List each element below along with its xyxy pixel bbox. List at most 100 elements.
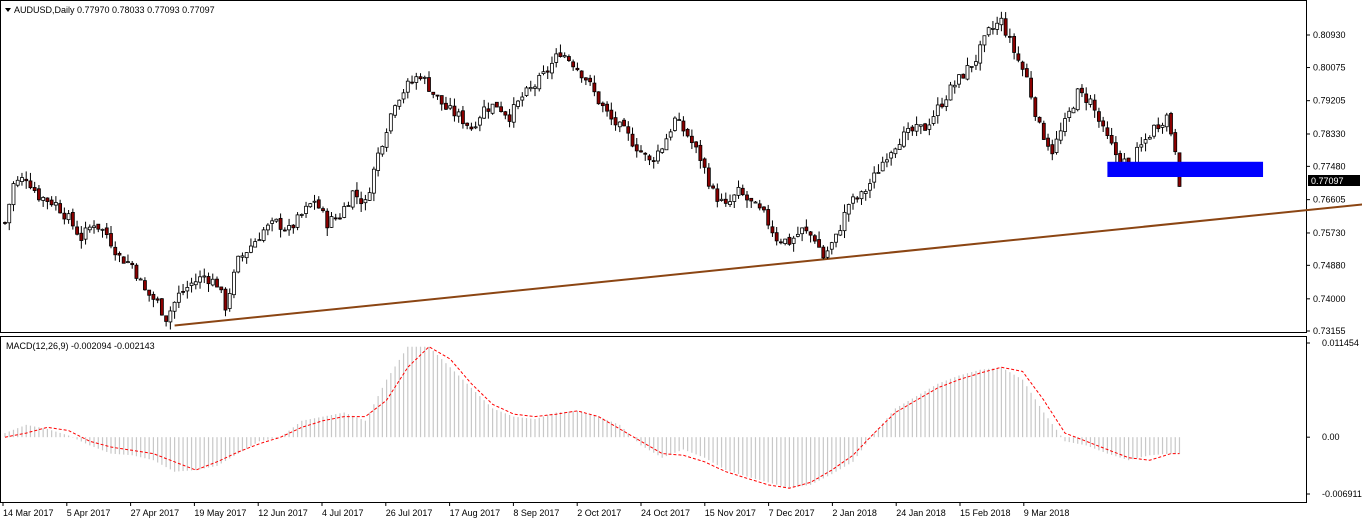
candle-down: [1118, 153, 1123, 164]
candle-up: [397, 99, 402, 107]
candle-up: [126, 261, 130, 264]
candle-down: [757, 203, 762, 209]
candle-down: [49, 199, 54, 206]
candle-down: [439, 95, 444, 105]
candle-up: [664, 138, 669, 151]
candle-up: [952, 84, 957, 88]
time-tick-label: 2 Jan 2018: [832, 508, 877, 518]
time-tick-label: 17 Aug 2017: [450, 508, 501, 518]
candle-up: [791, 237, 796, 244]
candle-up: [914, 124, 919, 132]
candle-down: [32, 187, 37, 192]
candle-down: [79, 232, 84, 241]
candle-down: [779, 241, 783, 244]
candle-up: [210, 278, 215, 286]
price-tick-label: 0.74000: [1313, 294, 1346, 304]
candle-up: [1054, 138, 1059, 153]
price-tick-label: 0.76605: [1313, 195, 1346, 205]
candle-up: [1139, 144, 1144, 148]
candle-up: [414, 76, 419, 83]
candle-up: [295, 214, 300, 228]
candle-down: [749, 197, 754, 202]
candle-up: [528, 87, 533, 90]
candle-down: [499, 106, 503, 112]
support-zone: [1107, 161, 1264, 178]
candle-up: [656, 150, 660, 162]
dropdown-triangle-icon[interactable]: [5, 8, 11, 12]
candle-up: [728, 201, 732, 205]
candle-down: [1050, 144, 1055, 155]
candle-down: [643, 152, 648, 155]
candle-down: [1080, 87, 1084, 94]
candle-up: [673, 117, 677, 131]
time-tick-label: 8 Sep 2017: [513, 508, 559, 518]
candle-up: [829, 242, 834, 250]
candle-down: [567, 56, 571, 61]
candle-up: [274, 218, 279, 222]
candle-up: [393, 105, 397, 116]
macd-panel-border: [0, 336, 1307, 503]
candle-up: [524, 87, 529, 96]
candle-up: [957, 74, 961, 85]
candle-up: [511, 104, 516, 123]
candle-up: [999, 17, 1004, 26]
candle-down: [359, 198, 364, 205]
candle-down: [817, 239, 821, 248]
candle-up: [668, 131, 673, 138]
candle-down: [583, 77, 588, 81]
candle-up: [859, 191, 864, 200]
candle-up: [677, 119, 682, 121]
candle-down: [723, 198, 728, 204]
candle-down: [58, 203, 63, 214]
current-price-label: 0.77097: [1311, 176, 1344, 186]
candle-up: [995, 22, 1000, 30]
candle-up: [838, 230, 843, 236]
candle-down: [62, 212, 67, 220]
time-tick-label: 14 Mar 2017: [3, 508, 54, 518]
candle-down: [1092, 99, 1097, 111]
candle-down: [452, 105, 457, 117]
candle-up: [825, 250, 830, 258]
candle-up: [189, 282, 194, 286]
candle-up: [753, 201, 758, 204]
macd-label: MACD(12,26,9) -0.002094 -0.002143: [6, 341, 155, 351]
time-tick-label: 7 Dec 2017: [769, 508, 815, 518]
candle-down: [37, 188, 41, 201]
candle-down: [435, 94, 440, 97]
candle-up: [969, 65, 974, 68]
candle-down: [745, 194, 749, 201]
candle-up: [100, 228, 105, 231]
candle-up: [138, 278, 143, 281]
candle-up: [249, 245, 253, 253]
candle-down: [1016, 53, 1021, 61]
candle-up: [885, 159, 889, 163]
macd-tick-label: 0.011454: [1322, 338, 1359, 348]
candle-down: [647, 155, 652, 161]
candle-up: [783, 238, 788, 244]
candle-up: [227, 293, 232, 309]
candle-up: [889, 152, 894, 159]
candle-down: [1033, 97, 1038, 117]
candle-down: [117, 252, 122, 256]
candle-up: [872, 172, 877, 183]
candle-up: [795, 233, 800, 237]
candle-up: [948, 84, 953, 101]
candle-up: [1067, 110, 1072, 118]
candle-down: [104, 227, 109, 236]
candle-down: [1156, 124, 1161, 130]
candle-up: [982, 35, 987, 46]
candle-up: [1088, 98, 1093, 105]
candle-up: [1071, 107, 1076, 114]
candle-down: [151, 293, 156, 300]
candle-up: [533, 86, 537, 89]
price-chart[interactable]: 0.80930 0.80075 0.79205 0.78330 0.77480 0.766…: [0, 0, 1362, 524]
candle-down: [45, 197, 50, 202]
candle-down: [634, 144, 639, 152]
zone-layer: [1107, 161, 1264, 178]
candle-up: [1135, 146, 1139, 164]
symbol-label: AUDUSD,Daily: [14, 5, 75, 15]
candle-up: [537, 75, 542, 90]
candle-up: [1058, 130, 1063, 141]
time-tick-label: 2 Oct 2017: [577, 508, 621, 518]
candle-up: [893, 148, 898, 155]
